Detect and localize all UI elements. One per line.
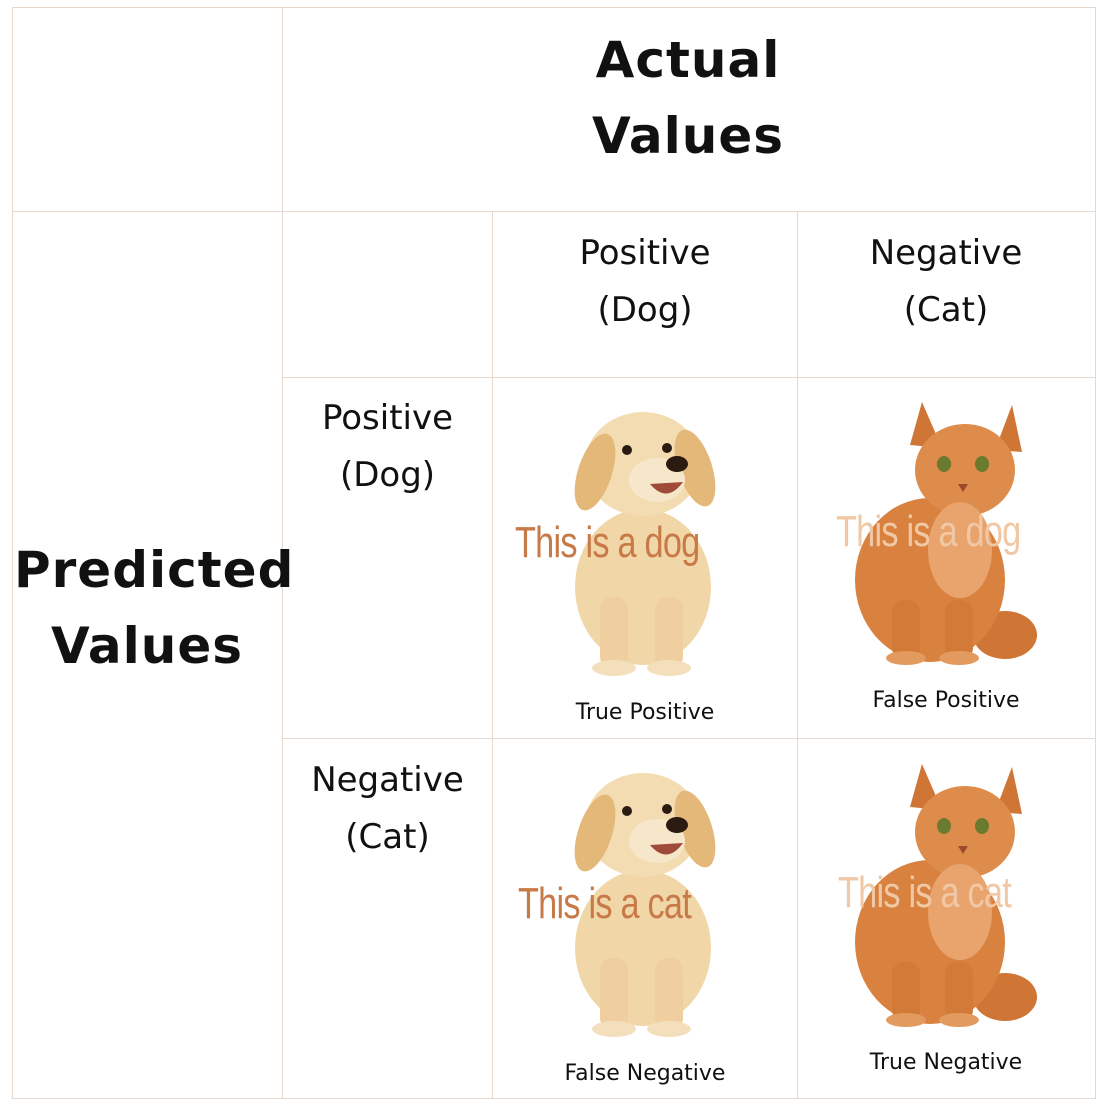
dog-figure	[574, 412, 716, 676]
dog-photo	[574, 773, 716, 1037]
column-header-label: Positive	[579, 233, 711, 273]
grid-line-top	[12, 7, 1096, 8]
grid-line-col2-left	[797, 211, 798, 1099]
column-header-class: (Cat)	[903, 290, 989, 330]
grid-line-col1-left	[492, 211, 493, 1099]
row-header-class: (Dog)	[339, 455, 436, 495]
predicted-values-title: Predicted Values	[14, 532, 295, 684]
outcome-label: False Negative	[564, 1061, 726, 1086]
outcome-label: True Negative	[869, 1050, 1023, 1075]
predicted-values-line1: Predicted	[14, 541, 295, 599]
outcome-label: False Positive	[872, 688, 1020, 713]
row-header-negative: Negative (Cat)	[284, 752, 491, 866]
grid-line-row1-bottom	[282, 738, 1096, 739]
actual-values-title: Actual Values	[538, 22, 838, 174]
grid-line-left	[12, 7, 13, 1099]
row-header-positive: Positive (Dog)	[284, 390, 491, 504]
grid-line-header-bottom	[12, 211, 1096, 212]
cat-photo	[855, 402, 1037, 665]
column-header-label: Negative	[869, 233, 1023, 273]
row-header-label: Positive	[321, 398, 454, 438]
cat-figure	[855, 764, 1037, 1027]
row-header-label: Negative	[311, 760, 464, 800]
dog-figure	[574, 773, 716, 1037]
grid-line-bottom	[12, 1098, 1096, 1099]
grid-line-columns-bottom	[282, 377, 1096, 378]
cat-photo	[855, 764, 1037, 1027]
cat-figure	[855, 402, 1037, 665]
column-header-class: (Dog)	[597, 290, 693, 330]
column-header-positive: Positive (Dog)	[494, 225, 796, 339]
dog-photo	[574, 412, 716, 676]
column-header-negative: Negative (Cat)	[798, 225, 1094, 339]
grid-line-right	[1095, 7, 1096, 1099]
actual-values-line1: Actual	[595, 31, 781, 89]
outcome-label: True Positive	[575, 700, 715, 725]
predicted-values-line2: Values	[50, 617, 244, 675]
row-header-class: (Cat)	[345, 817, 430, 857]
actual-values-line2: Values	[591, 107, 785, 165]
